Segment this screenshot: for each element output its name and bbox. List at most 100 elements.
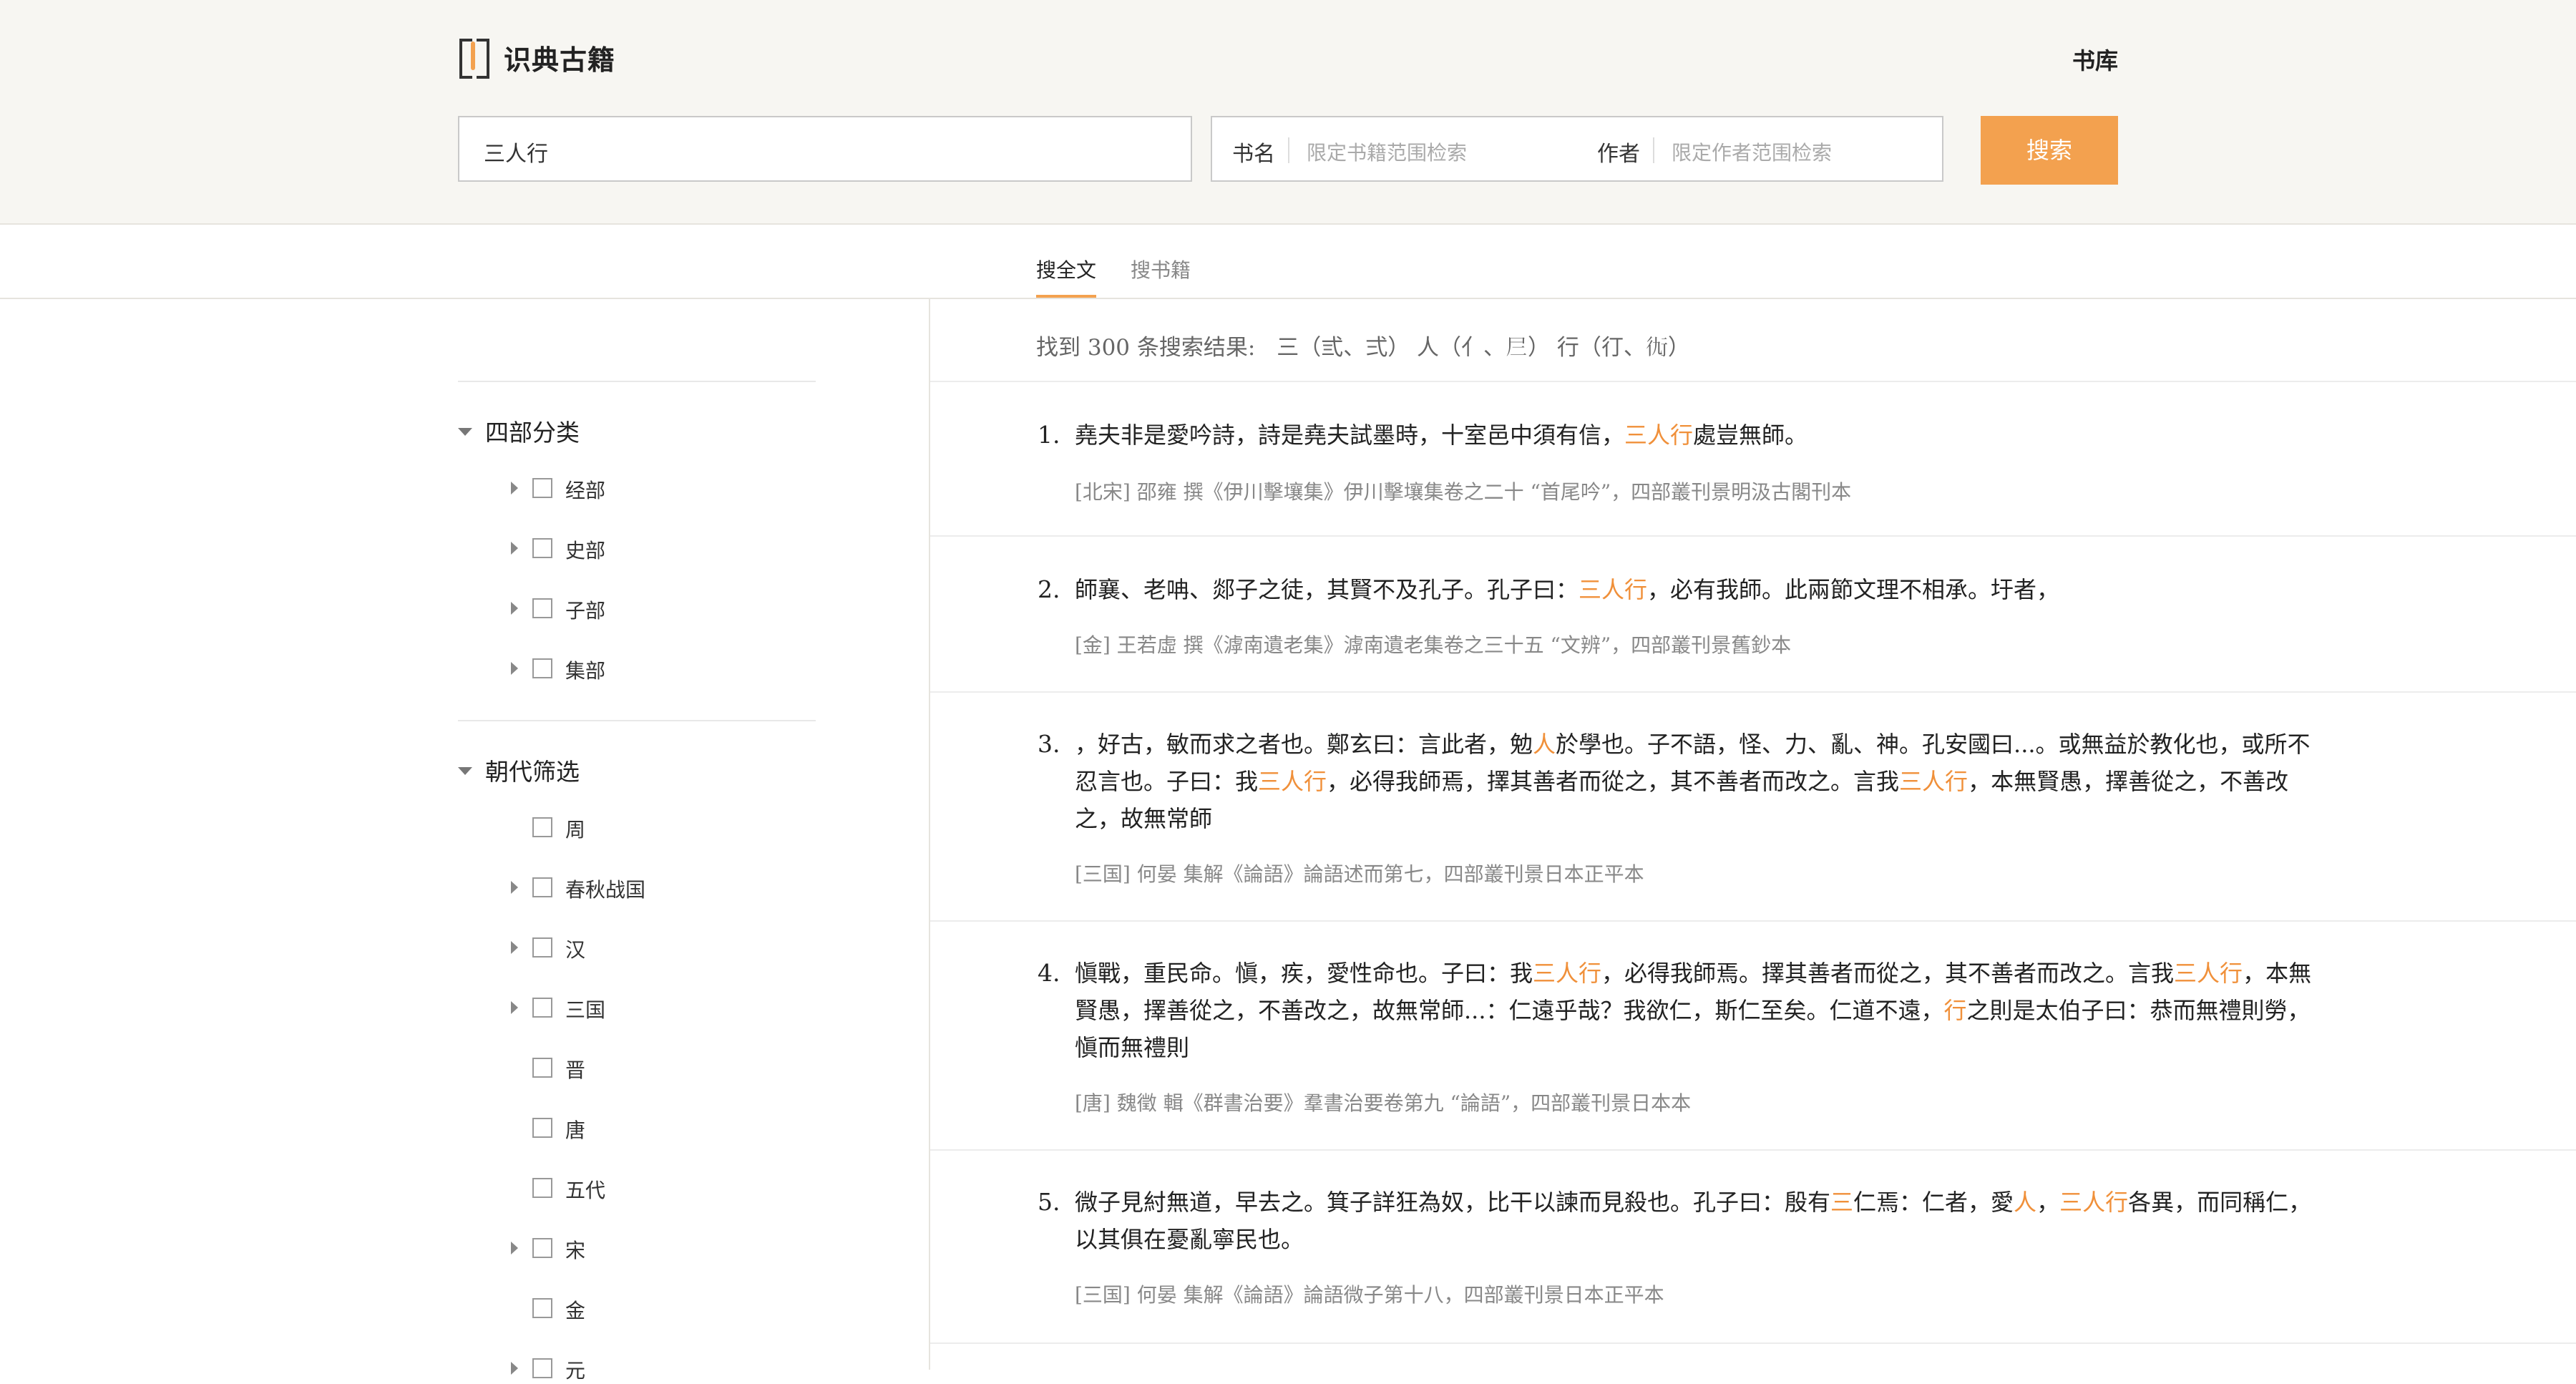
highlight-match: 三人行 <box>2059 1189 2129 1216</box>
result-source[interactable]: [金] 王若虛 撰《滹南遺老集》滹南遺老集卷之三十五 “文辨”，四部叢刊景舊鈔本 <box>1075 630 1791 658</box>
caret-right-icon[interactable] <box>511 881 518 894</box>
caret-right-icon[interactable] <box>511 941 518 954</box>
checkbox[interactable] <box>532 937 552 957</box>
book-filter-label: 书名 <box>1232 142 1275 167</box>
result-number: 5. <box>1038 1188 1060 1216</box>
checkbox[interactable] <box>532 1238 552 1258</box>
filter-item-label: 晋 <box>565 1058 586 1082</box>
checkbox[interactable] <box>532 538 552 558</box>
nav-library-link[interactable]: 书库 <box>2072 43 2118 76</box>
result-text[interactable]: 微子見紂無道，早去之。箕子詳狂為奴，比干以諫而見殺也。孔子曰：殷有三仁焉：仁者，… <box>1075 1184 2320 1258</box>
caret-down-icon <box>458 766 472 775</box>
checkbox[interactable] <box>532 1358 552 1378</box>
search-button[interactable]: 搜索 <box>1981 116 2118 185</box>
result-text[interactable]: ，好古，敏而求之者也。鄭玄曰：言此者，勉人於學也。子不語，怪、力、亂、神。孔安國… <box>1075 726 2320 837</box>
text-segment: 師襄、老呥、郯子之徒，其賢不及孔子。孔子曰： <box>1075 576 1579 603</box>
caret-right-icon[interactable] <box>511 662 518 675</box>
filter-item-label: 子部 <box>565 599 606 623</box>
author-filter-label: 作者 <box>1597 142 1640 167</box>
variant-characters: 三（弎、弍） 人（亻、𡰥） 行（㣔、𧗝） <box>1277 335 1690 361</box>
result-number: 1. <box>1038 421 1060 449</box>
result-source[interactable]: [唐] 魏徵 輯《群書治要》羣書治要卷第九 “論語”，四部叢刊景日本本 <box>1075 1088 1691 1116</box>
result-source[interactable]: [三国] 何晏 集解《論語》論語述而第七，四部叢刊景日本正平本 <box>1075 859 1644 887</box>
text-segment: ，好古，敏而求之者也。鄭玄曰：言此者，勉 <box>1075 731 1533 758</box>
checkbox[interactable] <box>532 598 552 618</box>
filter-item-label: 金 <box>565 1299 586 1322</box>
result-item[interactable]: 4. 愼戰，重民命。愼，疾，愛性命也。子曰：我三人行，必得我師焉。擇其善者而從之… <box>930 920 2576 1149</box>
result-source[interactable]: [三国] 何晏 集解《論語》論語微子第十八，四部叢刊景日本正平本 <box>1075 1280 1664 1308</box>
result-source[interactable]: [北宋] 邵雍 撰《伊川擊壤集》伊川擊壤集卷之二十 “首尾吟”，四部叢刊景明汲古… <box>1075 477 1851 505</box>
search-query-value: 三人行 <box>484 142 548 167</box>
filter-item-label: 史部 <box>565 539 606 562</box>
author-filter-input[interactable]: 限定作者范围检索 <box>1672 137 1832 166</box>
filter-item-label: 元 <box>565 1359 586 1383</box>
highlight-match: 人 <box>1533 731 1556 758</box>
filter-item-label: 汉 <box>565 938 586 962</box>
result-item[interactable]: 5. 微子見紂無道，早去之。箕子詳狂為奴，比干以諫而見殺也。孔子曰：殷有三仁焉：… <box>930 1149 2576 1344</box>
caret-right-icon[interactable] <box>511 1362 518 1375</box>
search-input[interactable]: 三人行 <box>458 116 1192 182</box>
result-item[interactable]: 3. ，好古，敏而求之者也。鄭玄曰：言此者，勉人於學也。子不語，怪、力、亂、神。… <box>930 691 2576 920</box>
filter-item-label: 春秋战国 <box>565 878 646 902</box>
text-segment: 仁焉：仁者，愛 <box>1853 1189 2014 1216</box>
site-logo[interactable]: 识典古籍 <box>458 37 616 79</box>
caret-right-icon[interactable] <box>511 542 518 555</box>
checkbox[interactable] <box>532 478 552 498</box>
logo-bracket-icon <box>458 37 494 79</box>
filter-item-label: 经部 <box>565 479 606 502</box>
caret-right-icon[interactable] <box>511 1242 518 1254</box>
result-item-separator <box>930 1342 2576 1373</box>
highlight-match: 三人行 <box>1533 960 1602 987</box>
search-filter-box: 书名 限定书籍范围检索 作者 限定作者范围检索 <box>1211 116 1943 182</box>
checkbox[interactable] <box>532 817 552 837</box>
highlight-match: 三 <box>1830 1189 1854 1216</box>
caret-down-icon <box>458 427 472 436</box>
results-count: 300 <box>1087 335 1131 361</box>
site-header: 识典古籍 书库 三人行 书名 限定书籍范围检索 作者 限定作者范围检索 搜索 <box>0 0 2576 225</box>
section-title-dynasty[interactable]: 朝代筛选 <box>458 753 580 787</box>
highlight-match: 三人行 <box>1624 421 1694 449</box>
section-title-sibu[interactable]: 四部分类 <box>458 414 580 448</box>
highlight-match: 三人行 <box>1258 768 1327 795</box>
result-text[interactable]: 師襄、老呥、郯子之徒，其賢不及孔子。孔子曰：三人行，必有我師。此兩節文理不相承。… <box>1075 571 2320 608</box>
checkbox[interactable] <box>532 1118 552 1138</box>
filter-item-label: 宋 <box>565 1239 586 1262</box>
text-segment: 處豈無師。 <box>1693 421 1808 449</box>
checkbox[interactable] <box>532 1058 552 1078</box>
results-summary: 找到 300 条搜索结果: 三（弎、弍） 人（亻、𡰥） 行（㣔、𧗝） <box>1036 335 1690 361</box>
text-segment: ，必得我師焉，擇其善者而從之，其不善者而改之。言我 <box>1327 768 1900 795</box>
result-number: 2. <box>1038 575 1060 603</box>
checkbox[interactable] <box>532 998 552 1018</box>
tab-full-text[interactable]: 搜全文 <box>1036 255 1097 298</box>
caret-right-icon[interactable] <box>511 602 518 615</box>
filter-item-label: 五代 <box>565 1179 606 1202</box>
filter-item-label: 三国 <box>565 998 606 1022</box>
result-number: 4. <box>1038 959 1060 987</box>
caret-right-icon[interactable] <box>511 1001 518 1014</box>
tab-books[interactable]: 搜书籍 <box>1131 255 1191 295</box>
checkbox[interactable] <box>532 877 552 897</box>
text-segment: 堯夫非是愛吟詩，詩是堯夫試墨時，十室邑中須有信， <box>1075 421 1625 449</box>
checkbox[interactable] <box>532 658 552 678</box>
result-number: 3. <box>1038 730 1060 758</box>
logo-text: 识典古籍 <box>504 43 616 76</box>
checkbox[interactable] <box>532 1298 552 1318</box>
highlight-match: 人 <box>2014 1189 2037 1216</box>
book-filter-input[interactable]: 限定书籍范围检索 <box>1307 137 1467 166</box>
text-segment: 愼戰，重民命。愼，疾，愛性命也。子曰：我 <box>1075 960 1533 987</box>
result-text[interactable]: 堯夫非是愛吟詩，詩是堯夫試墨時，十室邑中須有信，三人行處豈無師。 <box>1075 416 2320 454</box>
filter-item-label: 唐 <box>565 1119 586 1142</box>
checkbox[interactable] <box>532 1178 552 1198</box>
result-text[interactable]: 愼戰，重民命。愼，疾，愛性命也。子曰：我三人行，必得我師焉。擇其善者而從之，其不… <box>1075 955 2320 1066</box>
result-item[interactable]: 2. 師襄、老呥、郯子之徒，其賢不及孔子。孔子曰：三人行，必有我師。此兩節文理不… <box>930 535 2576 690</box>
section-divider <box>458 720 816 721</box>
highlight-match: 三人行 <box>1899 768 1968 795</box>
text-segment: ，必有我師。此兩節文理不相承。圩者， <box>1647 576 2060 603</box>
result-item[interactable]: 1. 堯夫非是愛吟詩，詩是堯夫試墨時，十室邑中須有信，三人行處豈無師。 [北宋]… <box>930 381 2576 534</box>
filter-divider <box>1288 137 1289 163</box>
search-tabs: 搜全文 搜书籍 <box>0 223 2576 299</box>
highlight-match: 三人行 <box>1579 576 1648 603</box>
caret-right-icon[interactable] <box>511 482 518 494</box>
section-divider <box>458 381 816 382</box>
filter-divider <box>1653 137 1654 163</box>
